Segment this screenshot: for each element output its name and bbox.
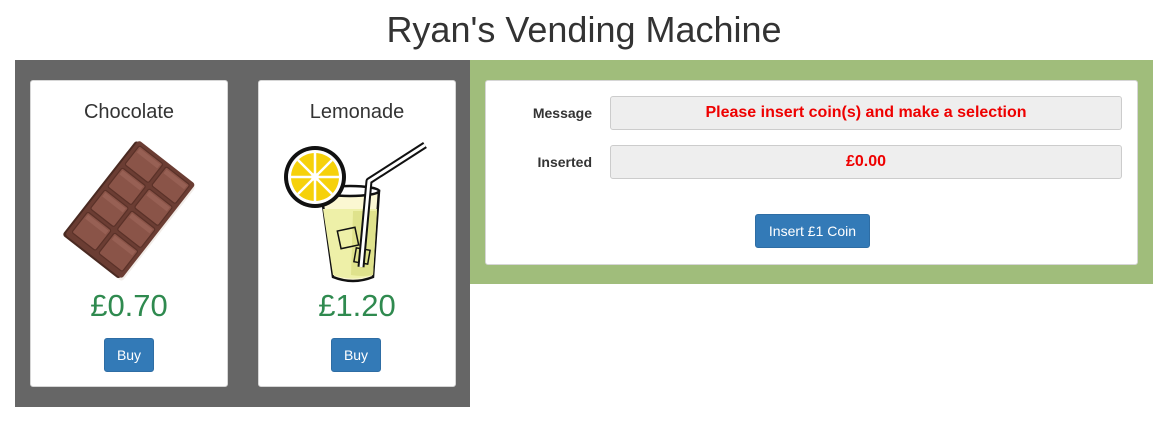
- lemonade-glass-icon: [284, 142, 427, 283]
- chocolate-bar-icon: [63, 141, 195, 281]
- message-label: Message: [532, 105, 592, 121]
- product-name: Chocolate: [83, 101, 175, 123]
- product-name: Lemonade: [309, 101, 405, 123]
- control-card: Message Please insert coin(s) and make a…: [485, 80, 1138, 265]
- buy-chocolate-button[interactable]: Buy: [104, 338, 154, 372]
- buy-lemonade-button[interactable]: Buy: [331, 338, 381, 372]
- page-title: Ryan's Vending Machine: [386, 9, 782, 50]
- product-card-lemonade: Lemonade £1.20 Buy: [258, 80, 456, 387]
- control-panel: Message Please insert coin(s) and make a…: [470, 60, 1153, 284]
- product-card-chocolate: Chocolate £0.70 Buy: [30, 80, 228, 387]
- insert-coin-button[interactable]: Insert £1 Coin: [755, 214, 870, 248]
- products-panel: Chocolate £0.70 Buy Lemonade £1.20 Buy: [15, 60, 470, 407]
- inserted-amount-display: £0.00: [610, 145, 1122, 179]
- product-price: £1.20: [318, 288, 396, 323]
- inserted-label: Inserted: [537, 154, 592, 170]
- message-display: Please insert coin(s) and make a selecti…: [610, 96, 1122, 130]
- product-price: £0.70: [90, 288, 168, 323]
